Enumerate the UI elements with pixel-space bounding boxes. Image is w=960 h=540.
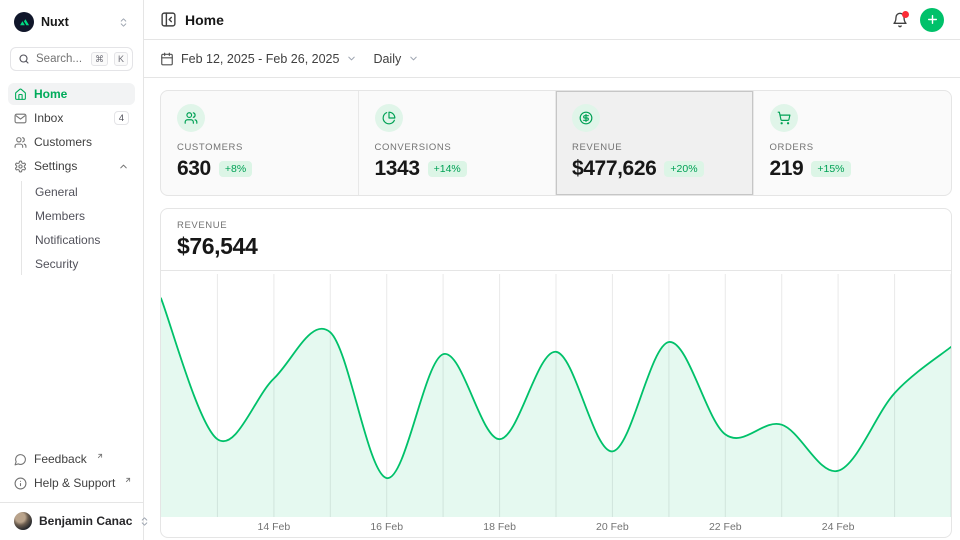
workspace-name: Nuxt bbox=[41, 15, 111, 29]
stats-row: CUSTOMERS 630 +8% CONVERSIONS 1343 +14% bbox=[160, 90, 952, 196]
page-title: Home bbox=[185, 12, 224, 28]
external-link-icon bbox=[124, 476, 132, 484]
workspace-selector[interactable]: Nuxt bbox=[8, 10, 135, 34]
stat-label: REVENUE bbox=[572, 142, 737, 153]
sidebar-item-label: Settings bbox=[34, 159, 111, 173]
sidebar-item-settings[interactable]: Settings bbox=[8, 155, 135, 177]
sidebar-item-security[interactable]: Security bbox=[31, 253, 135, 275]
stat-card-revenue[interactable]: REVENUE $477,626 +20% bbox=[556, 91, 754, 195]
x-axis-tick-label: 16 Feb bbox=[370, 521, 403, 533]
kbd-k: K bbox=[114, 52, 128, 67]
chevron-down-icon bbox=[408, 53, 419, 64]
stat-delta-badge: +15% bbox=[811, 161, 850, 177]
x-axis-tick-label: 14 Feb bbox=[258, 521, 291, 533]
revenue-area-chart[interactable]: 14 Feb 16 Feb 18 Feb 20 Feb 22 Feb 24 Feb bbox=[161, 271, 951, 537]
chart-pie-icon bbox=[375, 104, 403, 132]
sidebar-item-label: Customers bbox=[34, 135, 129, 149]
external-link-icon bbox=[96, 452, 104, 460]
stat-card-conversions[interactable]: CONVERSIONS 1343 +14% bbox=[359, 91, 557, 195]
sidebar-item-customers[interactable]: Customers bbox=[8, 131, 135, 153]
sidebar-item-label: Help & Support bbox=[34, 476, 115, 490]
search-icon bbox=[18, 53, 30, 65]
shopping-cart-icon bbox=[770, 104, 798, 132]
stat-label: CONVERSIONS bbox=[375, 142, 540, 153]
stat-card-customers[interactable]: CUSTOMERS 630 +8% bbox=[161, 91, 359, 195]
dashboard-content: CUSTOMERS 630 +8% CONVERSIONS 1343 +14% bbox=[144, 78, 960, 538]
x-axis-tick-label: 20 Feb bbox=[596, 521, 629, 533]
period-label: Daily bbox=[373, 52, 401, 66]
chevrons-up-down-icon bbox=[118, 17, 129, 28]
add-button[interactable] bbox=[920, 8, 944, 32]
chevron-down-icon bbox=[346, 53, 357, 64]
x-axis-tick-label: 24 Feb bbox=[822, 521, 855, 533]
stat-value: $477,626 bbox=[572, 157, 656, 181]
sidebar-item-label: Home bbox=[34, 87, 129, 101]
sidebar-item-help-support[interactable]: Help & Support bbox=[8, 472, 135, 494]
inbox-count-badge: 4 bbox=[114, 111, 129, 125]
search-placeholder: Search... bbox=[36, 53, 85, 65]
period-select[interactable]: Daily bbox=[373, 52, 419, 66]
sidebar-item-label: Feedback bbox=[34, 452, 87, 466]
app-window: Nuxt Search... ⌘ K Home bbox=[0, 0, 960, 540]
main-area: Home Feb 12, 2 bbox=[144, 0, 960, 540]
chart-metric-label: REVENUE bbox=[177, 220, 935, 231]
panel-left-close-icon[interactable] bbox=[160, 11, 177, 28]
chart-canvas: 14 Feb 16 Feb 18 Feb 20 Feb 22 Feb 24 Feb bbox=[161, 271, 951, 537]
message-circle-icon bbox=[14, 453, 27, 466]
date-range-button[interactable]: Feb 12, 2025 - Feb 26, 2025 bbox=[160, 52, 357, 66]
revenue-chart-card: REVENUE $76,544 14 Feb 16 Feb 18 Feb 20 Feb… bbox=[160, 208, 952, 538]
inbox-icon bbox=[14, 112, 27, 125]
sidebar-item-notifications[interactable]: Notifications bbox=[31, 229, 135, 251]
sidebar-spacer bbox=[8, 275, 135, 448]
stat-value: 630 bbox=[177, 157, 211, 181]
sidebar-item-label: Inbox bbox=[34, 111, 107, 125]
sidebar-item-members[interactable]: Members bbox=[31, 205, 135, 227]
calendar-icon bbox=[160, 52, 174, 66]
circle-dollar-icon bbox=[572, 104, 600, 132]
page-header: Home bbox=[144, 0, 960, 40]
stat-label: CUSTOMERS bbox=[177, 142, 342, 153]
sidebar-divider bbox=[0, 502, 143, 503]
kbd-cmd: ⌘ bbox=[91, 52, 108, 67]
sidebar: Nuxt Search... ⌘ K Home bbox=[0, 0, 144, 540]
sidebar-item-home[interactable]: Home bbox=[8, 83, 135, 105]
stat-value: 1343 bbox=[375, 157, 420, 181]
settings-subnav: General Members Notifications Security bbox=[21, 181, 135, 275]
x-axis-tick-label: 22 Feb bbox=[709, 521, 742, 533]
chart-metric-value: $76,544 bbox=[177, 233, 935, 260]
user-avatar bbox=[14, 512, 32, 530]
gear-icon bbox=[14, 160, 27, 173]
stat-value: 219 bbox=[770, 157, 804, 181]
stat-label: ORDERS bbox=[770, 142, 936, 153]
plus-icon bbox=[926, 13, 939, 26]
date-range-label: Feb 12, 2025 - Feb 26, 2025 bbox=[181, 52, 339, 66]
notification-dot bbox=[902, 11, 909, 18]
notifications-button[interactable] bbox=[892, 12, 908, 28]
stat-delta-badge: +8% bbox=[219, 161, 252, 177]
chart-header: REVENUE $76,544 bbox=[161, 209, 951, 271]
search-input[interactable]: Search... ⌘ K bbox=[10, 47, 133, 71]
users-icon bbox=[14, 136, 27, 149]
stat-delta-badge: +14% bbox=[428, 161, 467, 177]
sidebar-item-general[interactable]: General bbox=[31, 181, 135, 203]
user-menu[interactable]: Benjamin Canac bbox=[8, 510, 135, 532]
x-axis-tick-label: 18 Feb bbox=[483, 521, 516, 533]
info-circle-icon bbox=[14, 477, 27, 490]
user-name: Benjamin Canac bbox=[39, 514, 132, 528]
home-icon bbox=[14, 88, 27, 101]
users-icon bbox=[177, 104, 205, 132]
nuxt-logo-icon bbox=[14, 12, 34, 32]
chevron-up-icon bbox=[118, 161, 129, 172]
sidebar-item-feedback[interactable]: Feedback bbox=[8, 448, 135, 470]
filters-toolbar: Feb 12, 2025 - Feb 26, 2025 Daily bbox=[144, 40, 960, 78]
sidebar-nav: Home Inbox 4 Customers Settings bbox=[8, 83, 135, 275]
sidebar-footer-nav: Feedback Help & Support bbox=[8, 448, 135, 494]
stat-card-orders[interactable]: ORDERS 219 +15% bbox=[754, 91, 952, 195]
stat-delta-badge: +20% bbox=[664, 161, 703, 177]
sidebar-item-inbox[interactable]: Inbox 4 bbox=[8, 107, 135, 129]
